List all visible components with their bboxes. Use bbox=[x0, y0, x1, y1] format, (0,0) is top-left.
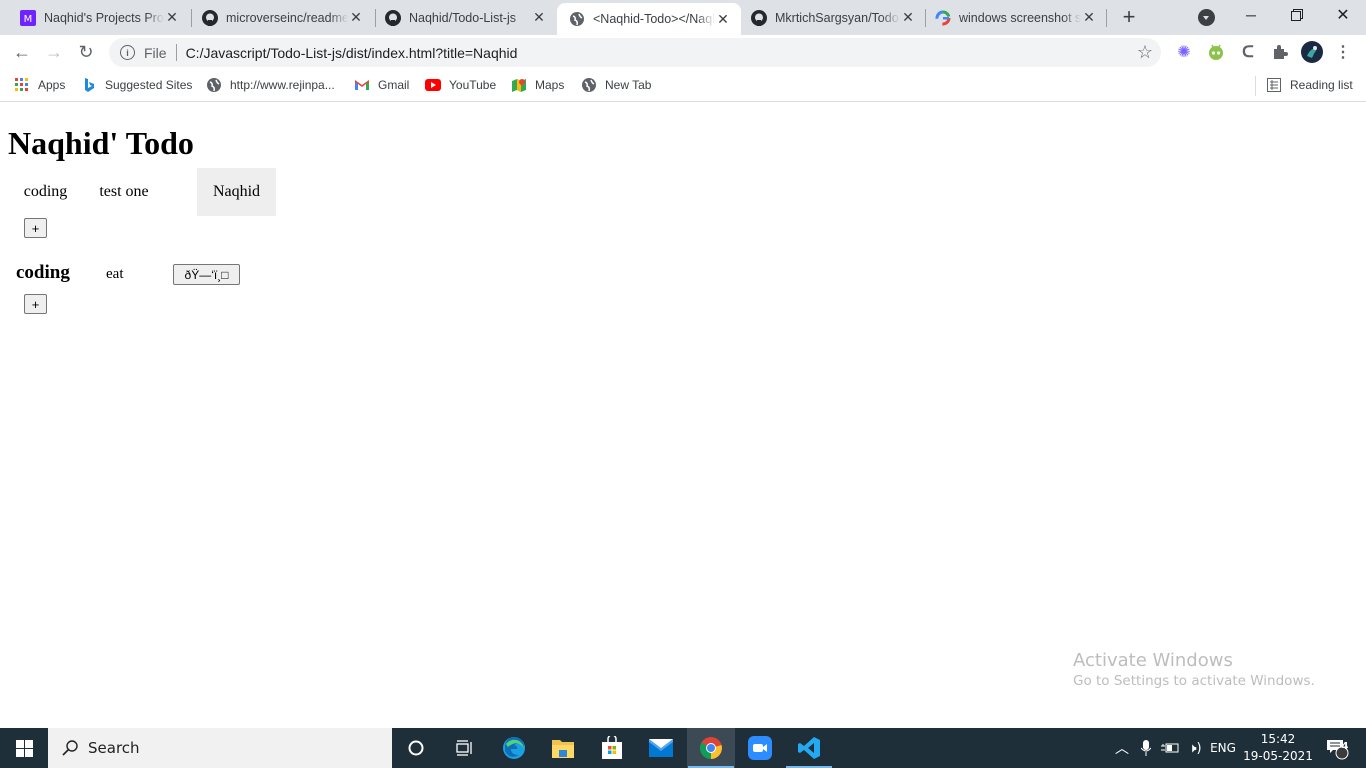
windows-taskbar: Search ︿ 🕨) ENG 15:42 19-05-2021 4 bbox=[0, 728, 1366, 768]
search-icon bbox=[62, 740, 78, 756]
chrome-taskbar-icon[interactable] bbox=[687, 728, 735, 768]
search-placeholder: Search bbox=[88, 739, 140, 757]
minimize-button[interactable]: ─ bbox=[1228, 0, 1274, 30]
add-task-button[interactable]: + bbox=[24, 294, 47, 314]
bookmark-youtube[interactable]: YouTube bbox=[425, 76, 496, 94]
scheme-label: File bbox=[144, 44, 167, 61]
bookmark-new-tab[interactable]: New Tab bbox=[581, 76, 651, 94]
edge-icon[interactable] bbox=[490, 728, 538, 768]
svg-text:M: M bbox=[24, 14, 33, 25]
bookmark-apps[interactable]: Apps bbox=[14, 76, 65, 94]
start-button[interactable] bbox=[0, 728, 48, 768]
close-tab-icon[interactable]: ✕ bbox=[164, 9, 180, 26]
globe-icon bbox=[581, 77, 597, 93]
extension-android-icon[interactable] bbox=[1207, 43, 1225, 61]
reading-list-icon bbox=[1266, 77, 1282, 93]
cortana-icon[interactable] bbox=[392, 728, 440, 768]
notification-count-badge: 4 bbox=[1341, 741, 1349, 752]
taskbar-search-box[interactable]: Search bbox=[48, 728, 392, 768]
battery-charging-icon[interactable] bbox=[1160, 728, 1180, 768]
tab-microverse-readme[interactable]: microverseinc/readme-template ✕ bbox=[182, 0, 374, 35]
extensions-puzzle-icon[interactable] bbox=[1271, 43, 1289, 61]
close-tab-icon[interactable]: ✕ bbox=[1081, 9, 1097, 26]
page-content: Naqhid' Todo coding test one Naqhid + co… bbox=[0, 103, 1366, 728]
github-icon bbox=[202, 9, 218, 26]
project-item-test-one[interactable]: test one bbox=[83, 168, 165, 216]
project-item-coding[interactable]: coding bbox=[8, 168, 83, 216]
tab-naqhid-todo-active[interactable]: <Naqhid-Todo></Naqhid-Todo> ✕ bbox=[557, 3, 741, 35]
bookmark-star-icon[interactable]: ☆ bbox=[1137, 42, 1153, 63]
address-bar[interactable]: i File C:/Javascript/Todo-List-js/dist/i… bbox=[109, 38, 1161, 67]
bookmark-rejinpaul[interactable]: http://www.rejinpa... bbox=[206, 76, 335, 94]
github-icon bbox=[751, 9, 767, 26]
volume-icon[interactable]: 🕨) bbox=[1184, 728, 1206, 768]
globe-icon bbox=[569, 11, 585, 27]
address-divider bbox=[175, 44, 177, 61]
watermark-title: Activate Windows bbox=[1073, 650, 1233, 671]
project-item-naqhid-active[interactable]: Naqhid bbox=[197, 168, 276, 216]
show-hidden-icons-chevron[interactable]: ︿ bbox=[1112, 728, 1132, 768]
google-icon bbox=[935, 10, 951, 26]
tab-todo-list-js[interactable]: Naqhid/Todo-List-js ✕ bbox=[365, 0, 557, 35]
action-center-button[interactable]: 4 bbox=[1322, 728, 1352, 768]
task-view-icon[interactable] bbox=[440, 728, 488, 768]
close-tab-icon[interactable]: ✕ bbox=[900, 9, 916, 26]
browser-toolbar: ← → ↻ i File C:/Javascript/Todo-List-js/… bbox=[0, 35, 1366, 69]
clock-time: 15:42 bbox=[1260, 732, 1296, 746]
gmail-icon bbox=[354, 77, 370, 93]
watermark-subtitle: Go to Settings to activate Windows. bbox=[1073, 673, 1315, 689]
apps-grid-icon bbox=[14, 77, 30, 93]
bookmark-gmail[interactable]: Gmail bbox=[354, 76, 409, 94]
profile-avatar[interactable] bbox=[1301, 41, 1323, 63]
forward-button[interactable]: → bbox=[42, 40, 66, 64]
activate-windows-watermark: Activate Windows Go to Settings to activ… bbox=[1073, 650, 1315, 689]
close-tab-icon[interactable]: ✕ bbox=[531, 9, 547, 26]
github-icon bbox=[385, 9, 401, 26]
close-tab-icon[interactable]: ✕ bbox=[715, 11, 731, 27]
globe-icon bbox=[206, 77, 222, 93]
bing-icon bbox=[81, 77, 97, 93]
tab-divider bbox=[1106, 9, 1107, 27]
bookmarks-bar: Apps Suggested Sites http://www.rejinpa.… bbox=[0, 69, 1366, 102]
reading-list-divider bbox=[1255, 76, 1256, 96]
mail-icon[interactable] bbox=[637, 728, 685, 768]
clock-date: 19-05-2021 bbox=[1243, 749, 1313, 763]
microsoft-store-icon[interactable] bbox=[588, 728, 636, 768]
close-tab-icon[interactable]: ✕ bbox=[348, 9, 364, 26]
tab-search-icon[interactable] bbox=[1198, 9, 1215, 26]
vscode-icon[interactable] bbox=[785, 728, 833, 768]
close-window-button[interactable]: ✕ bbox=[1320, 0, 1366, 30]
restore-button[interactable] bbox=[1274, 0, 1320, 30]
reading-list-button[interactable]: Reading list bbox=[1266, 76, 1353, 94]
extension-c-icon[interactable]: ᑕ bbox=[1239, 43, 1257, 61]
site-info-icon[interactable]: i bbox=[120, 45, 135, 60]
new-tab-button[interactable]: + bbox=[1118, 4, 1140, 29]
add-project-button[interactable]: + bbox=[24, 218, 47, 238]
tab-windows-screenshot[interactable]: windows screenshot shortcut ✕ bbox=[915, 0, 1107, 35]
system-clock[interactable]: 15:42 19-05-2021 bbox=[1240, 731, 1316, 765]
zoom-app-icon[interactable] bbox=[736, 728, 784, 768]
browser-tab-strip: M Naqhid's Projects Progress ✕ microvers… bbox=[0, 0, 1366, 35]
extension-asterisk-icon[interactable]: ✺ bbox=[1175, 43, 1193, 61]
tab-mkrtich-todo[interactable]: MkrtichSargsyan/Todo-list ✕ bbox=[741, 0, 926, 35]
back-button[interactable]: ← bbox=[10, 40, 34, 64]
task-item-eat: eat bbox=[106, 266, 124, 282]
reload-button[interactable]: ↻ bbox=[74, 40, 98, 64]
file-explorer-icon[interactable] bbox=[539, 728, 587, 768]
delete-task-button[interactable]: ðŸ—‘ï¸□ bbox=[173, 264, 240, 285]
tab-naqhids-projects[interactable]: M Naqhid's Projects Progress ✕ bbox=[0, 0, 190, 35]
bookmark-suggested-sites[interactable]: Suggested Sites bbox=[81, 76, 192, 94]
bookmark-maps[interactable]: Maps bbox=[511, 76, 564, 94]
maps-icon bbox=[511, 77, 527, 93]
page-heading: Naqhid' Todo bbox=[8, 125, 194, 161]
microphone-icon[interactable] bbox=[1137, 728, 1155, 768]
url-text[interactable]: C:/Javascript/Todo-List-js/dist/index.ht… bbox=[186, 45, 518, 61]
language-indicator[interactable]: ENG bbox=[1208, 728, 1238, 768]
browser-menu-icon[interactable]: ⋮ bbox=[1334, 43, 1352, 61]
microverse-icon: M bbox=[20, 9, 36, 26]
youtube-icon bbox=[425, 77, 441, 93]
current-project-title: coding bbox=[16, 262, 70, 283]
windows-logo-icon bbox=[15, 739, 33, 757]
